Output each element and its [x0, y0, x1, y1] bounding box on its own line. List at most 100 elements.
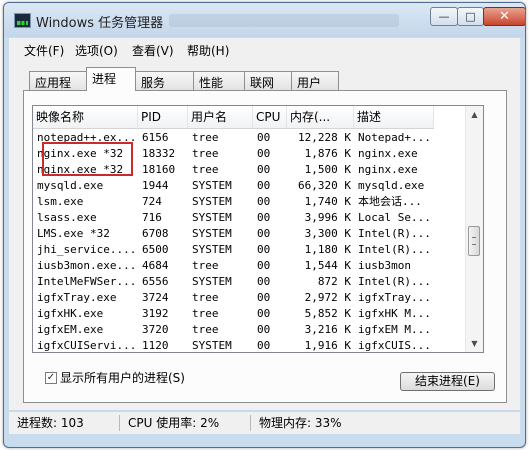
maximize-button[interactable]: □ — [457, 7, 484, 26]
table-row[interactable]: lsm.exe 724 SYSTEM 00 1,740 K 本地会话... — [33, 194, 434, 210]
table-row[interactable]: lsass.exe 716 SYSTEM 00 3,996 K Local Se... — [33, 210, 434, 226]
cell-image-name: iusb3mon.exe... — [37, 259, 137, 272]
cell-description: igfxHK M... — [358, 307, 431, 320]
cell-memory: 872 K — [317, 275, 351, 288]
menu-help[interactable]: 帮助(H) — [187, 42, 229, 59]
cell-user-name: SYSTEM — [192, 339, 232, 352]
blurred-title-region — [169, 14, 399, 27]
vertical-scrollbar[interactable]: ▲ ▼ — [465, 106, 483, 352]
cell-memory: 3,216 K — [304, 323, 351, 336]
cell-pid: 716 — [142, 211, 162, 224]
cell-cpu: 00 — [257, 339, 271, 352]
cell-image-name: mysqld.exe — [37, 179, 104, 192]
cell-memory: 3,996 K — [304, 211, 351, 224]
cell-user-name: tree — [188, 146, 253, 162]
column-user-name[interactable]: 用户名 — [188, 106, 253, 128]
cell-memory: 1,500 K — [304, 163, 351, 176]
table-row[interactable]: notepad++.ex... 6156 tree 00 12,228 K Notepad… — [33, 130, 434, 146]
scroll-up-arrow-icon[interactable]: ▲ — [466, 106, 483, 123]
cell-image-name: LMS.exe *32 — [37, 227, 110, 240]
cell-memory: 1,916 K — [304, 339, 351, 352]
cell-cpu: 00 — [257, 259, 271, 272]
cell-pid: 6556 — [142, 275, 169, 288]
menu-view[interactable]: 查看(V) — [132, 42, 174, 59]
column-image-name[interactable]: 映像名称 — [33, 106, 138, 128]
table-row[interactable]: igfxHK.exe 3192 tree 00 5,852 K igfxHK M... — [33, 306, 434, 322]
cell-pid: 4684 — [142, 259, 169, 272]
close-icon: ✕ — [499, 9, 510, 24]
show-all-users-checkbox[interactable]: ✓ — [45, 371, 57, 384]
cell-image-name: nginx.exe *32 — [37, 163, 124, 176]
cell-user-name: SYSTEM — [192, 243, 232, 256]
process-list[interactable]: 映像名称 PID 用户名 CPU 内存(... 描述 notepad++.ex.… — [32, 105, 484, 353]
checkmark-icon: ✓ — [46, 371, 56, 383]
maximize-icon: □ — [465, 10, 476, 23]
scroll-thumb[interactable] — [468, 226, 480, 256]
column-memory[interactable]: 内存(... — [287, 106, 354, 128]
table-row[interactable]: IntelMeFWSer... 6556 SYSTEM 00 872 K Intel(R)… — [33, 274, 434, 290]
cell-memory: 3,300 K — [304, 227, 351, 240]
cell-image-name: jhi_service.... — [37, 243, 137, 256]
cell-image-name: igfxCUIServi... — [37, 339, 137, 352]
column-pid[interactable]: PID — [138, 106, 188, 128]
cell-cpu: 00 — [257, 163, 271, 176]
status-cpu-usage: CPU 使用率: 2% — [128, 416, 220, 430]
column-description[interactable]: 描述 — [354, 106, 434, 128]
cell-pid: 6500 — [142, 243, 169, 256]
cell-cpu: 00 — [253, 146, 287, 162]
cell-cpu: 00 — [257, 131, 271, 144]
tab-users[interactable]: 用户 — [291, 71, 339, 90]
client-area: 应用程序 进程 服务 性能 联网 用户 映像名称 PID 用户名 CPU 内存(… — [9, 60, 520, 410]
column-headers: 映像名称 PID 用户名 CPU 内存(... 描述 — [33, 106, 434, 129]
title-bar[interactable]: Windows 任务管理器 — □ ✕ — [4, 3, 525, 37]
column-cpu[interactable]: CPU — [253, 106, 287, 128]
cell-pid: 724 — [142, 195, 162, 208]
cell-user-name: tree — [192, 163, 219, 176]
cell-user-name: SYSTEM — [192, 275, 232, 288]
cell-user-name: SYSTEM — [192, 211, 232, 224]
cell-user-name: tree — [192, 291, 219, 304]
table-row[interactable]: igfxCUIServi... 1120 SYSTEM 00 1,916 K igfxCU… — [33, 338, 434, 352]
table-row[interactable]: nginx.exe *32 18160 tree 00 1,500 K nginx.exe — [33, 162, 434, 178]
table-row[interactable]: igfxEM.exe 3720 tree 00 3,216 K igfxEM M... — [33, 322, 434, 338]
table-row[interactable]: LMS.exe *32 6708 SYSTEM 00 3,300 K Intel(R)..… — [33, 226, 434, 242]
table-row[interactable]: igfxTray.exe 3724 tree 00 2,972 K igfxTray... — [33, 290, 434, 306]
cell-user-name: tree — [192, 259, 219, 272]
task-manager-window: Windows 任务管理器 — □ ✕ 文件(F) 选项(O) 查看(V) 帮助… — [3, 2, 526, 448]
close-button[interactable]: ✕ — [483, 7, 525, 26]
show-all-users-option[interactable]: ✓ 显示所有用户的进程(S) — [45, 369, 185, 386]
tab-services[interactable]: 服务 — [135, 71, 194, 90]
window-title: Windows 任务管理器 — [36, 16, 164, 31]
cell-description: Intel(R)... — [358, 227, 431, 240]
process-rows: notepad++.ex... 6156 tree 00 12,228 K Notepad… — [33, 130, 434, 352]
tab-applications[interactable]: 应用程序 — [29, 71, 87, 107]
cell-cpu: 00 — [257, 243, 271, 256]
show-all-users-label[interactable]: 显示所有用户的进程(S) — [60, 369, 185, 386]
tab-networking[interactable]: 联网 — [244, 71, 292, 90]
cell-memory: 12,228 K — [298, 131, 351, 144]
tab-processes[interactable]: 进程 — [86, 67, 136, 91]
end-process-button[interactable]: 结束进程(E) — [400, 372, 495, 391]
menu-file[interactable]: 文件(F) — [24, 42, 64, 59]
scroll-down-arrow-icon[interactable]: ▼ — [466, 335, 483, 352]
table-row[interactable]: mysqld.exe 1944 SYSTEM 00 66,320 K mysqld.exe — [33, 178, 434, 194]
cell-image-name: IntelMeFWSer... — [37, 275, 137, 288]
minimize-button[interactable]: — — [430, 7, 458, 26]
cell-user-name: SYSTEM — [192, 195, 232, 208]
table-row[interactable]: jhi_service.... 6500 SYSTEM 00 1,180 K Intel(… — [33, 242, 434, 258]
cell-memory: 1,876 K — [287, 146, 354, 162]
cell-user-name: tree — [192, 323, 219, 336]
minimize-icon: — — [438, 10, 450, 23]
cell-pid: 6708 — [142, 227, 169, 240]
cell-pid: 6156 — [142, 131, 169, 144]
tab-performance[interactable]: 性能 — [193, 71, 245, 90]
cell-description: Notepad+... — [358, 131, 431, 144]
menu-options[interactable]: 选项(O) — [75, 42, 118, 59]
cell-image-name: lsm.exe — [37, 195, 84, 208]
cell-description: mysqld.exe — [358, 179, 425, 192]
cell-cpu: 00 — [257, 323, 271, 336]
table-row[interactable]: iusb3mon.exe... 4684 tree 00 1,544 K iusb3mon — [33, 258, 434, 274]
cell-image-name: nginx.exe *32 — [33, 146, 138, 162]
table-row[interactable]: nginx.exe *32 18332 tree 00 1,876 Knginx.exe — [33, 146, 434, 162]
cell-memory: 66,320 K — [298, 179, 351, 192]
